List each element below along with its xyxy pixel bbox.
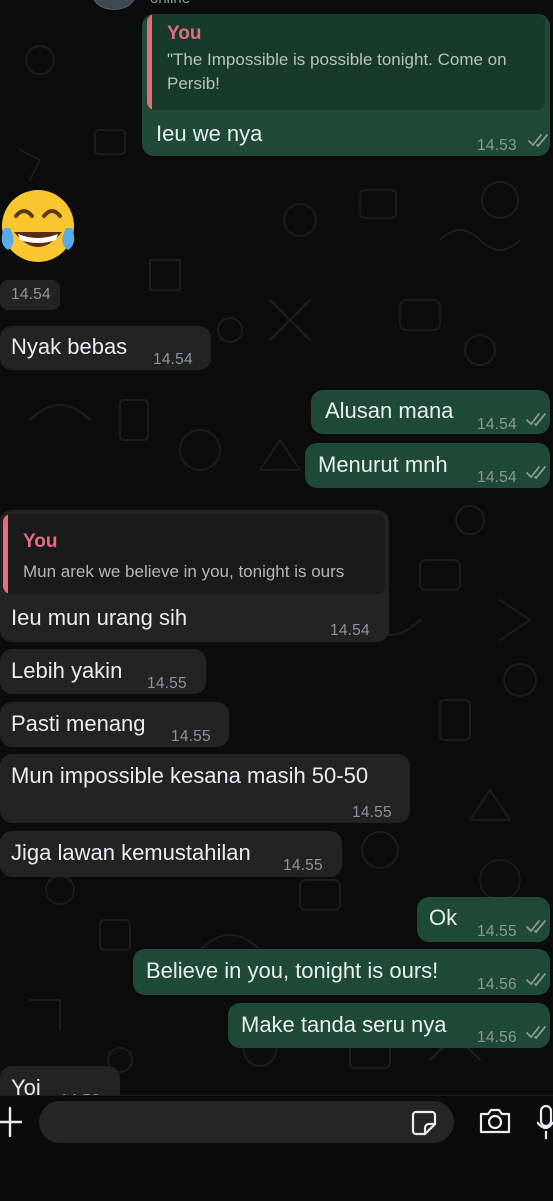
incoming-message[interactable]: Nyak bebas 14.54: [0, 326, 211, 370]
message-time: 14.53: [477, 137, 517, 154]
message-time: 14.55: [283, 857, 323, 874]
message-time: 14.54: [153, 351, 193, 368]
quoted-reply[interactable]: You Mun arek we believe in you, tonight …: [3, 514, 385, 594]
message-time: 14.55: [147, 675, 187, 692]
message-text: Jiga lawan kemustahilan: [11, 840, 251, 865]
message-text: Mun impossible kesana masih 50-50: [11, 763, 369, 788]
quote-accent-bar: [147, 14, 152, 110]
quoted-reply[interactable]: You "The Impossible is possible tonight.…: [147, 14, 545, 110]
emoji-time-badge: 14.54: [0, 280, 60, 310]
camera-icon[interactable]: [478, 1106, 512, 1136]
quote-text-line-2: Persib!: [167, 74, 220, 93]
message-text: Ieu we nya: [156, 121, 263, 146]
contact-status: online: [150, 0, 190, 7]
quote-text-line-1: "The Impossible is possible tonight. Com…: [167, 50, 507, 69]
outgoing-message[interactable]: Menurut mnh 14.54: [305, 443, 550, 488]
quote-sender: You: [167, 23, 202, 44]
double-check-icon: [526, 920, 546, 934]
outgoing-message[interactable]: You "The Impossible is possible tonight.…: [142, 14, 550, 156]
message-text: Believe in you, tonight is ours!: [146, 958, 439, 983]
message-time: 14.55: [477, 923, 517, 940]
outgoing-message[interactable]: Believe in you, tonight is ours! 14.56: [133, 949, 550, 995]
double-check-icon: [526, 466, 546, 480]
message-text: Menurut mnh: [318, 452, 448, 477]
double-check-icon: [526, 973, 546, 987]
message-time: 14.55: [171, 728, 211, 745]
message-time: 14.56: [477, 976, 517, 993]
message-text: Nyak bebas: [11, 334, 128, 359]
outgoing-message[interactable]: Alusan mana 14.54: [311, 390, 550, 434]
message-text: Lebih yakin: [11, 658, 123, 683]
incoming-message[interactable]: Pasti menang 14.55: [0, 702, 229, 747]
message-time: 14.54: [477, 469, 517, 486]
message-text: Make tanda seru nya: [241, 1012, 447, 1037]
message-time: 14.54: [11, 286, 51, 303]
quote-sender: You: [23, 531, 58, 552]
double-check-icon: [528, 134, 548, 148]
incoming-message[interactable]: Jiga lawan kemustahilan 14.55: [0, 831, 342, 877]
message-text: Ieu mun urang sih: [11, 605, 188, 630]
avatar[interactable]: [92, 0, 136, 10]
emoji-message[interactable]: [0, 186, 80, 266]
microphone-icon[interactable]: [537, 1104, 553, 1140]
plus-icon[interactable]: [0, 1106, 22, 1138]
double-check-icon: [526, 1026, 546, 1040]
message-time: 14.55: [352, 804, 392, 821]
incoming-message[interactable]: Mun impossible kesana masih 50-50 14.55: [0, 754, 410, 823]
sticker-icon[interactable]: [410, 1109, 438, 1137]
chat-header[interactable]: online: [0, 0, 553, 10]
message-time: 14.54: [330, 622, 370, 639]
message-text: Ok: [429, 905, 458, 930]
message-time: 14.56: [477, 1029, 517, 1046]
quote-accent-bar: [3, 514, 8, 594]
outgoing-message[interactable]: Make tanda seru nya 14.56: [228, 1003, 550, 1048]
outgoing-message[interactable]: Ok 14.55: [417, 897, 550, 942]
incoming-message[interactable]: You Mun arek we believe in you, tonight …: [0, 510, 389, 642]
message-input[interactable]: [39, 1101, 454, 1143]
message-text: Alusan mana: [325, 398, 454, 423]
message-text: Pasti menang: [11, 711, 146, 736]
message-time: 14.54: [477, 416, 517, 433]
tears-of-joy-emoji-icon: [1, 190, 75, 262]
quote-text: Mun arek we believe in you, tonight is o…: [23, 562, 345, 581]
double-check-icon: [526, 413, 546, 427]
incoming-message[interactable]: Lebih yakin 14.55: [0, 649, 206, 694]
